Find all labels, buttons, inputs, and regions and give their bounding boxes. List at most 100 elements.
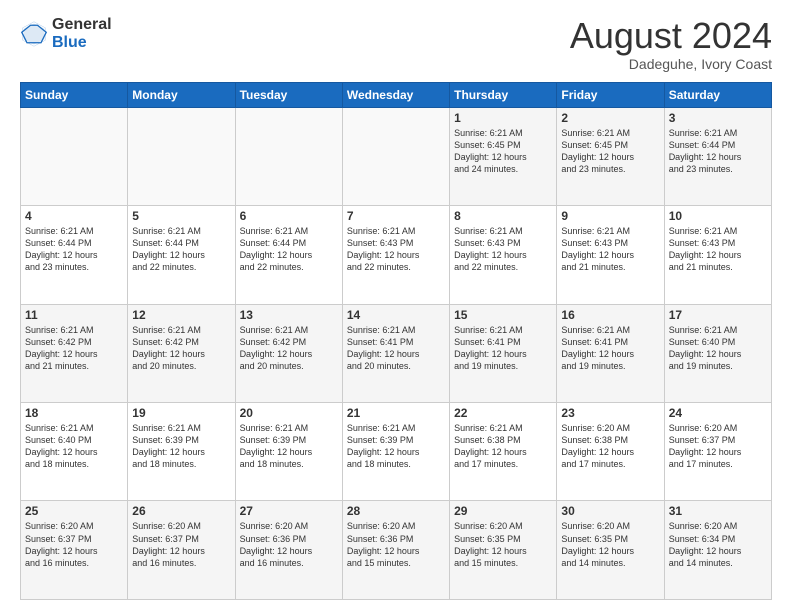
day-info: Sunrise: 6:20 AM Sunset: 6:37 PM Dayligh… xyxy=(132,520,230,569)
day-info: Sunrise: 6:21 AM Sunset: 6:38 PM Dayligh… xyxy=(454,422,552,471)
calendar-week-row: 4 Sunrise: 6:21 AM Sunset: 6:44 PM Daylig… xyxy=(21,206,772,304)
day-info: Sunrise: 6:21 AM Sunset: 6:40 PM Dayligh… xyxy=(25,422,123,471)
main-title: August 2024 xyxy=(570,16,772,56)
day-info: Sunrise: 6:21 AM Sunset: 6:43 PM Dayligh… xyxy=(347,225,445,274)
calendar-day-header: Wednesday xyxy=(342,82,449,107)
calendar-cell: 21 Sunrise: 6:21 AM Sunset: 6:39 PM Dayli… xyxy=(342,403,449,501)
logo: General Blue xyxy=(20,16,112,53)
calendar-cell: 8 Sunrise: 6:21 AM Sunset: 6:43 PM Daylig… xyxy=(450,206,557,304)
title-block: August 2024 Dadeguhe, Ivory Coast xyxy=(570,16,772,72)
calendar-cell: 25 Sunrise: 6:20 AM Sunset: 6:37 PM Dayli… xyxy=(21,501,128,600)
day-number: 18 xyxy=(25,406,123,420)
day-number: 26 xyxy=(132,504,230,518)
day-info: Sunrise: 6:20 AM Sunset: 6:36 PM Dayligh… xyxy=(347,520,445,569)
calendar-cell: 12 Sunrise: 6:21 AM Sunset: 6:42 PM Dayli… xyxy=(128,304,235,402)
day-number: 19 xyxy=(132,406,230,420)
day-info: Sunrise: 6:20 AM Sunset: 6:35 PM Dayligh… xyxy=(561,520,659,569)
calendar-day-header: Thursday xyxy=(450,82,557,107)
day-number: 11 xyxy=(25,308,123,322)
day-info: Sunrise: 6:21 AM Sunset: 6:44 PM Dayligh… xyxy=(25,225,123,274)
day-info: Sunrise: 6:20 AM Sunset: 6:36 PM Dayligh… xyxy=(240,520,338,569)
calendar-week-row: 25 Sunrise: 6:20 AM Sunset: 6:37 PM Dayli… xyxy=(21,501,772,600)
day-info: Sunrise: 6:21 AM Sunset: 6:41 PM Dayligh… xyxy=(454,324,552,373)
calendar-cell: 7Sunrise: 6:21 AM Sunset: 6:43 PM Daylig… xyxy=(342,206,449,304)
day-number: 5 xyxy=(132,209,230,223)
day-info: Sunrise: 6:21 AM Sunset: 6:42 PM Dayligh… xyxy=(240,324,338,373)
day-number: 14 xyxy=(347,308,445,322)
calendar-day-header: Monday xyxy=(128,82,235,107)
calendar-week-row: 18 Sunrise: 6:21 AM Sunset: 6:40 PM Dayli… xyxy=(21,403,772,501)
calendar-cell xyxy=(21,107,128,205)
calendar-day-header: Sunday xyxy=(21,82,128,107)
day-number: 28 xyxy=(347,504,445,518)
day-info: Sunrise: 6:20 AM Sunset: 6:37 PM Dayligh… xyxy=(25,520,123,569)
day-info: Sunrise: 6:20 AM Sunset: 6:35 PM Dayligh… xyxy=(454,520,552,569)
calendar-cell: 24 Sunrise: 6:20 AM Sunset: 6:37 PM Dayli… xyxy=(664,403,771,501)
calendar-day-header: Tuesday xyxy=(235,82,342,107)
day-number: 24 xyxy=(669,406,767,420)
page: General Blue August 2024 Dadeguhe, Ivory… xyxy=(0,0,792,612)
calendar-cell: 19 Sunrise: 6:21 AM Sunset: 6:39 PM Dayli… xyxy=(128,403,235,501)
day-info: Sunrise: 6:21 AM Sunset: 6:42 PM Dayligh… xyxy=(132,324,230,373)
day-info: Sunrise: 6:20 AM Sunset: 6:37 PM Dayligh… xyxy=(669,422,767,471)
day-number: 3 xyxy=(669,111,767,125)
calendar-cell: 11Sunrise: 6:21 AM Sunset: 6:42 PM Dayli… xyxy=(21,304,128,402)
day-number: 12 xyxy=(132,308,230,322)
day-number: 23 xyxy=(561,406,659,420)
day-number: 1 xyxy=(454,111,552,125)
calendar-cell: 29 Sunrise: 6:20 AM Sunset: 6:35 PM Dayli… xyxy=(450,501,557,600)
day-number: 9 xyxy=(561,209,659,223)
day-number: 25 xyxy=(25,504,123,518)
day-number: 10 xyxy=(669,209,767,223)
calendar-cell: 30 Sunrise: 6:20 AM Sunset: 6:35 PM Dayli… xyxy=(557,501,664,600)
day-info: Sunrise: 6:21 AM Sunset: 6:43 PM Dayligh… xyxy=(669,225,767,274)
day-info: Sunrise: 6:21 AM Sunset: 6:39 PM Dayligh… xyxy=(347,422,445,471)
day-number: 27 xyxy=(240,504,338,518)
day-info: Sunrise: 6:21 AM Sunset: 6:39 PM Dayligh… xyxy=(240,422,338,471)
calendar-week-row: 1 Sunrise: 6:21 AM Sunset: 6:45 PM Daylig… xyxy=(21,107,772,205)
calendar-cell: 23Sunrise: 6:20 AM Sunset: 6:38 PM Dayli… xyxy=(557,403,664,501)
day-number: 22 xyxy=(454,406,552,420)
day-number: 16 xyxy=(561,308,659,322)
calendar-cell: 2Sunrise: 6:21 AM Sunset: 6:45 PM Daylig… xyxy=(557,107,664,205)
calendar-cell: 9 Sunrise: 6:21 AM Sunset: 6:43 PM Daylig… xyxy=(557,206,664,304)
day-number: 4 xyxy=(25,209,123,223)
day-info: Sunrise: 6:21 AM Sunset: 6:45 PM Dayligh… xyxy=(561,127,659,176)
calendar-cell xyxy=(342,107,449,205)
calendar-cell xyxy=(128,107,235,205)
logo-line1: General xyxy=(52,16,112,34)
day-info: Sunrise: 6:21 AM Sunset: 6:44 PM Dayligh… xyxy=(240,225,338,274)
day-info: Sunrise: 6:21 AM Sunset: 6:41 PM Dayligh… xyxy=(561,324,659,373)
calendar-cell: 10 Sunrise: 6:21 AM Sunset: 6:43 PM Dayli… xyxy=(664,206,771,304)
logo-icon xyxy=(20,20,48,48)
calendar-cell: 14 Sunrise: 6:21 AM Sunset: 6:41 PM Dayli… xyxy=(342,304,449,402)
calendar-table: SundayMondayTuesdayWednesdayThursdayFrid… xyxy=(20,82,772,600)
calendar-cell: 15 Sunrise: 6:21 AM Sunset: 6:41 PM Dayli… xyxy=(450,304,557,402)
day-info: Sunrise: 6:21 AM Sunset: 6:45 PM Dayligh… xyxy=(454,127,552,176)
calendar-cell: 31Sunrise: 6:20 AM Sunset: 6:34 PM Dayli… xyxy=(664,501,771,600)
calendar-cell: 27 Sunrise: 6:20 AM Sunset: 6:36 PM Dayli… xyxy=(235,501,342,600)
logo-line2: Blue xyxy=(52,34,112,52)
calendar-cell: 28 Sunrise: 6:20 AM Sunset: 6:36 PM Dayli… xyxy=(342,501,449,600)
calendar-week-row: 11 Sunrise: 6:21 AM Sunset: 6:42 PM Dayli… xyxy=(21,304,772,402)
calendar-cell: 26 Sunrise: 6:20 AM Sunset: 6:37 PM Dayli… xyxy=(128,501,235,600)
day-number: 20 xyxy=(240,406,338,420)
day-info: Sunrise: 6:21 AM Sunset: 6:43 PM Dayligh… xyxy=(561,225,659,274)
day-info: Sunrise: 6:20 AM Sunset: 6:34 PM Dayligh… xyxy=(669,520,767,569)
calendar-cell xyxy=(235,107,342,205)
calendar-day-header: Friday xyxy=(557,82,664,107)
day-info: Sunrise: 6:21 AM Sunset: 6:41 PM Dayligh… xyxy=(347,324,445,373)
day-number: 29 xyxy=(454,504,552,518)
day-info: Sunrise: 6:21 AM Sunset: 6:39 PM Dayligh… xyxy=(132,422,230,471)
calendar-cell: 20 Sunrise: 6:21 AM Sunset: 6:39 PM Dayli… xyxy=(235,403,342,501)
calendar-cell: 5Sunrise: 6:21 AM Sunset: 6:44 PM Daylig… xyxy=(128,206,235,304)
day-info: Sunrise: 6:21 AM Sunset: 6:43 PM Dayligh… xyxy=(454,225,552,274)
calendar-cell: 3Sunrise: 6:21 AM Sunset: 6:44 PM Daylig… xyxy=(664,107,771,205)
day-number: 8 xyxy=(454,209,552,223)
calendar-day-header: Saturday xyxy=(664,82,771,107)
subtitle: Dadeguhe, Ivory Coast xyxy=(570,56,772,72)
day-number: 17 xyxy=(669,308,767,322)
day-number: 21 xyxy=(347,406,445,420)
day-number: 30 xyxy=(561,504,659,518)
day-number: 15 xyxy=(454,308,552,322)
